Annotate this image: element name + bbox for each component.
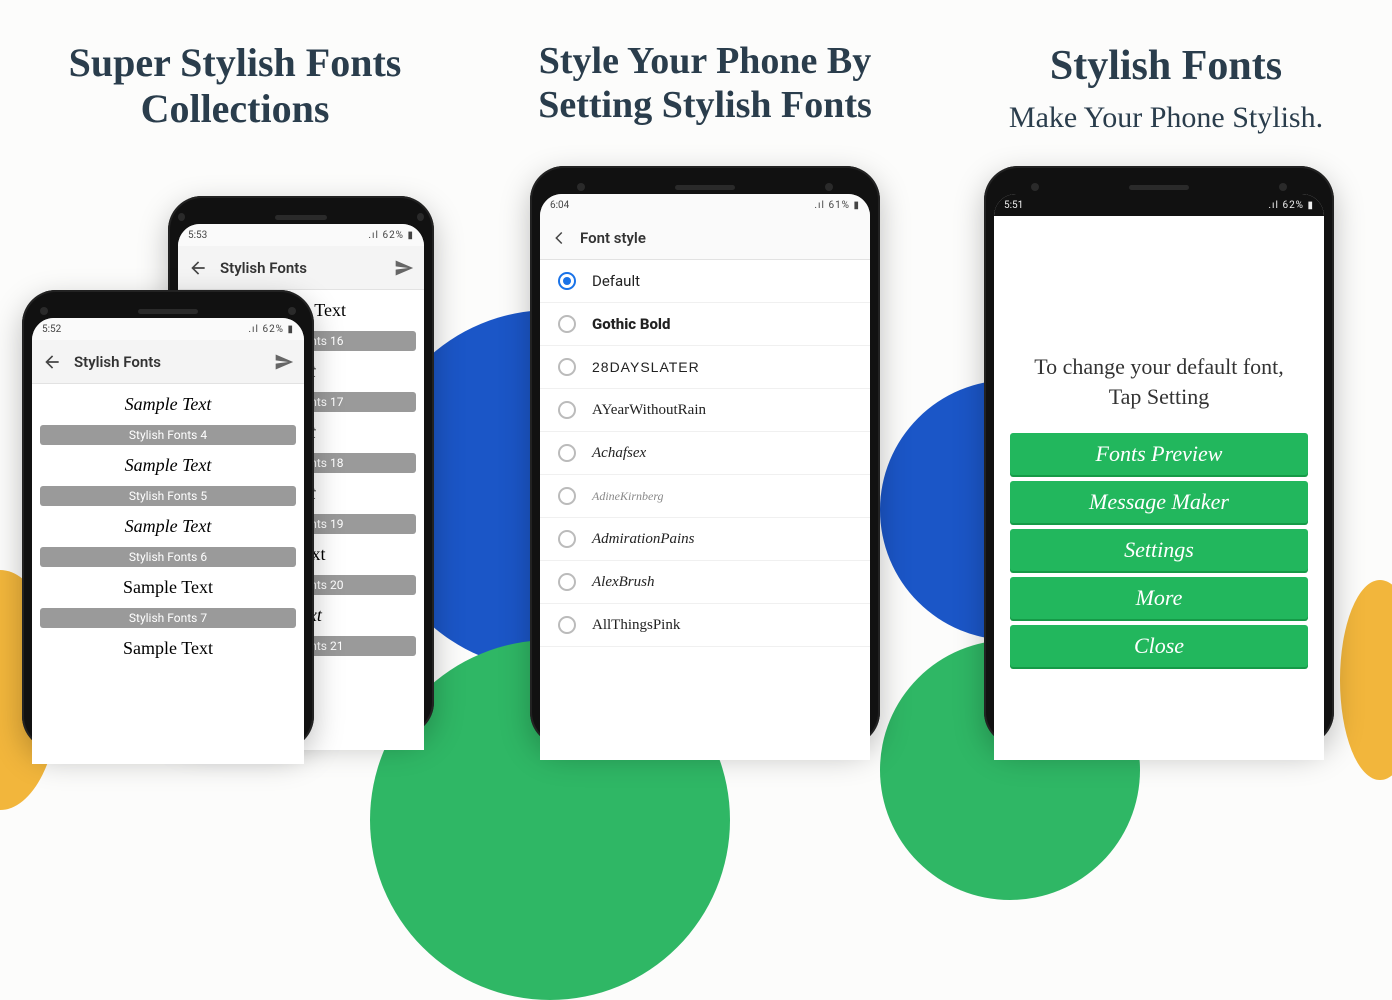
radio-icon[interactable]: [558, 444, 576, 462]
status-time: 5:51: [1004, 200, 1023, 211]
font-option-label: AYearWithoutRain: [592, 402, 706, 419]
settings-button[interactable]: Settings: [1010, 529, 1308, 571]
status-time: 6:04: [550, 200, 569, 211]
panel2-headline: Style Your Phone By Setting Stylish Font…: [470, 40, 940, 127]
appbar-title: Stylish Fonts: [74, 353, 161, 371]
radio-icon[interactable]: [558, 272, 576, 290]
font-sample[interactable]: Sample Text: [32, 567, 304, 608]
status-signal: .ıl 62% ▮: [248, 324, 294, 335]
appbar-title: Font style: [580, 229, 646, 247]
bg-blob: [1340, 580, 1392, 780]
radio-icon[interactable]: [558, 487, 576, 505]
font-option-row[interactable]: Achafsex: [540, 432, 870, 475]
back-icon[interactable]: [42, 352, 62, 372]
instruction-text: To change your default font, Tap Setting: [994, 326, 1324, 427]
font-option-row[interactable]: AdmirationPains: [540, 518, 870, 561]
font-label: Stylish Fonts 6: [40, 547, 296, 567]
send-icon[interactable]: [274, 352, 294, 372]
status-bar: 6:04 .ıl 61% ▮: [540, 194, 870, 216]
font-option-row[interactable]: AlexBrush: [540, 561, 870, 604]
font-option-row[interactable]: Default: [540, 260, 870, 303]
status-bar: 5:51 .ıl 62% ▮: [994, 194, 1324, 216]
font-option-row[interactable]: 28DaysLater: [540, 346, 870, 389]
font-sample[interactable]: Sample Text: [32, 445, 304, 486]
font-sample[interactable]: Sample Text: [32, 384, 304, 425]
status-signal: .ıl 61% ▮: [814, 200, 860, 211]
font-option-label: AllThingsPink: [592, 617, 680, 634]
font-option-row[interactable]: AllThingsPink: [540, 604, 870, 647]
font-option-label: Default: [592, 272, 640, 290]
status-time: 5:53: [188, 230, 207, 241]
font-option-row[interactable]: Gothic Bold: [540, 303, 870, 346]
send-icon[interactable]: [394, 258, 414, 278]
font-option-label: AdmirationPains: [592, 531, 695, 548]
font-label: Stylish Fonts 7: [40, 608, 296, 628]
fonts-preview-button[interactable]: Fonts Preview: [1010, 433, 1308, 475]
font-option-label: AlexBrush: [592, 574, 654, 591]
font-option-label: 28DaysLater: [592, 359, 700, 375]
font-label: Stylish Fonts 4: [40, 425, 296, 445]
radio-icon[interactable]: [558, 315, 576, 333]
status-time: 5:52: [42, 324, 61, 335]
appbar-title: Stylish Fonts: [220, 259, 307, 277]
radio-icon[interactable]: [558, 530, 576, 548]
status-bar: 5:52 .ıl 62% ▮: [32, 318, 304, 340]
font-label: Stylish Fonts 5: [40, 486, 296, 506]
radio-icon[interactable]: [558, 616, 576, 634]
font-option-row[interactable]: AdineKirnberg: [540, 475, 870, 518]
panel3-headline: Stylish Fonts Make Your Phone Stylish.: [940, 42, 1392, 139]
close-button[interactable]: Close: [1010, 625, 1308, 667]
font-sample[interactable]: Sample Text: [32, 628, 304, 669]
chevron-left-icon[interactable]: [550, 229, 568, 247]
message-maker-button[interactable]: Message Maker: [1010, 481, 1308, 523]
status-bar: 5:53 .ıl 62% ▮: [178, 224, 424, 246]
panel1-headline: Super Stylish Fonts Collections: [0, 40, 470, 132]
font-option-label: AdineKirnberg: [592, 489, 664, 504]
status-signal: .ıl 62% ▮: [368, 230, 414, 241]
status-signal: .ıl 62% ▮: [1268, 200, 1314, 211]
font-option-label: Gothic Bold: [592, 315, 670, 333]
radio-icon[interactable]: [558, 358, 576, 376]
font-sample[interactable]: Sample Text: [32, 506, 304, 547]
font-option-label: Achafsex: [592, 445, 646, 462]
radio-icon[interactable]: [558, 401, 576, 419]
radio-icon[interactable]: [558, 573, 576, 591]
back-icon[interactable]: [188, 258, 208, 278]
font-option-row[interactable]: AYearWithoutRain: [540, 389, 870, 432]
more-button[interactable]: More: [1010, 577, 1308, 619]
